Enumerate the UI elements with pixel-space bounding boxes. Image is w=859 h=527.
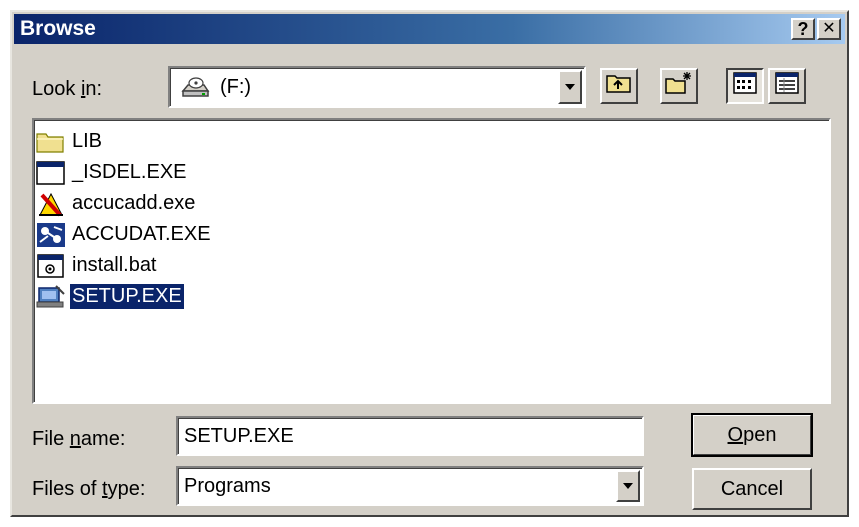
- file-name-input[interactable]: SETUP.EXE: [176, 416, 644, 456]
- file-name: _ISDEL.EXE: [72, 161, 187, 183]
- file-name: LIB: [72, 130, 103, 152]
- file-name: ACCUDAT.EXE: [72, 223, 211, 245]
- list-item[interactable]: LIB: [36, 126, 827, 157]
- help-icon: ?: [797, 19, 809, 39]
- window-app-icon: [36, 160, 66, 186]
- folder-icon: [36, 129, 66, 155]
- close-icon: ✕: [822, 20, 836, 37]
- list-item[interactable]: accucadd.exe: [36, 188, 827, 219]
- setup-icon: [36, 284, 66, 310]
- list-view-icon: [733, 72, 757, 100]
- file-type-value: Programs: [184, 474, 271, 497]
- file-name: SETUP.EXE: [69, 283, 185, 310]
- file-list[interactable]: LIB _ISDEL.EXE accucadd.exe ACCUDAT.EXE …: [32, 118, 831, 404]
- file-name: install.bat: [72, 254, 157, 276]
- chevron-down-icon[interactable]: [616, 470, 640, 502]
- list-item[interactable]: ACCUDAT.EXE: [36, 219, 827, 250]
- up-folder-icon: [606, 72, 632, 100]
- look-in-dropdown[interactable]: (F:): [168, 66, 586, 108]
- file-name-label: File name:: [32, 428, 126, 450]
- file-name-value: SETUP.EXE: [184, 424, 294, 447]
- chevron-down-icon[interactable]: [558, 70, 582, 104]
- window-title: Browse: [20, 17, 96, 40]
- new-folder-button[interactable]: [660, 68, 698, 104]
- new-folder-icon: [665, 71, 693, 101]
- file-type-label: Files of type:: [32, 478, 146, 500]
- drive-icon: [180, 75, 210, 99]
- help-button[interactable]: ?: [791, 18, 815, 40]
- list-item[interactable]: SETUP.EXE: [36, 281, 827, 312]
- list-item[interactable]: install.bat: [36, 250, 827, 281]
- list-view-button[interactable]: [726, 68, 764, 104]
- look-in-value: (F:): [220, 75, 252, 98]
- title-bar[interactable]: Browse ? ✕: [14, 14, 845, 44]
- cancel-button[interactable]: Cancel: [692, 468, 812, 510]
- browse-dialog: Browse ? ✕ Look in: (F:) LIB _ISDEL.EXE …: [10, 10, 849, 517]
- up-one-level-button[interactable]: [600, 68, 638, 104]
- details-view-button[interactable]: [768, 68, 806, 104]
- file-type-dropdown[interactable]: Programs: [176, 466, 644, 506]
- open-button[interactable]: Open: [691, 413, 813, 457]
- details-view-icon: [775, 72, 799, 100]
- accudat-icon: [36, 222, 66, 248]
- close-button[interactable]: ✕: [817, 18, 841, 40]
- list-item[interactable]: _ISDEL.EXE: [36, 157, 827, 188]
- accucadd-icon: [36, 191, 66, 217]
- batch-file-icon: [36, 253, 66, 279]
- file-name: accucadd.exe: [72, 192, 196, 214]
- look-in-label: Look in:: [32, 78, 103, 100]
